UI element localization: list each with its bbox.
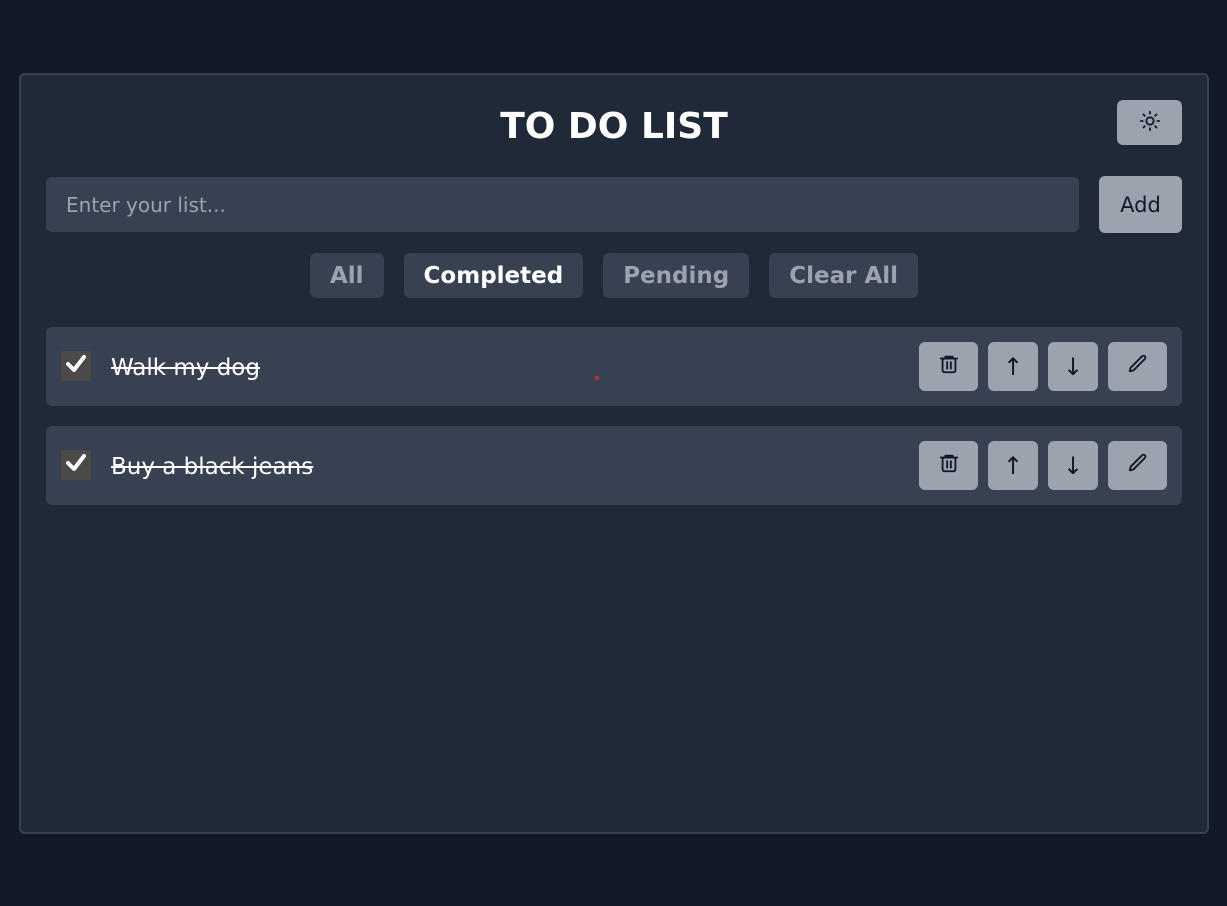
pencil-icon [1127,353,1149,381]
pencil-icon [1127,452,1149,480]
todo-item: Buy a black jeans ↑ ↓ [46,426,1182,505]
cursor-dot [595,376,599,380]
move-up-button[interactable]: ↑ [988,342,1038,391]
page-title: TO DO LIST [500,106,728,147]
list-input[interactable] [46,177,1079,232]
move-down-button[interactable]: ↓ [1048,441,1098,490]
theme-toggle-button[interactable] [1117,100,1182,145]
move-up-button[interactable]: ↑ [988,441,1038,490]
checkmark-icon [64,451,88,479]
todo-text: Buy a black jeans [111,454,314,480]
delete-button[interactable] [919,441,978,490]
move-down-button[interactable]: ↓ [1048,342,1098,391]
todo-panel: TO DO LIST Add All Completed Pending Cle… [19,73,1209,834]
clear-all-button[interactable]: Clear All [769,253,919,298]
delete-button[interactable] [919,342,978,391]
trash-icon [938,353,960,381]
todo-list: Walk my dog ↑ ↓ Buy a black jeans ↑ ↓ [46,327,1182,525]
input-row: Add [46,176,1182,233]
filter-all-button[interactable]: All [309,253,384,298]
trash-icon [938,452,960,480]
todo-actions: ↑ ↓ [919,342,1167,391]
todo-checkbox[interactable] [61,351,91,381]
filter-pending-button[interactable]: Pending [603,253,750,298]
checkmark-icon [64,352,88,380]
todo-checkbox[interactable] [61,450,91,480]
sun-icon [1139,110,1161,135]
todo-text: Walk my dog [111,355,260,381]
todo-item: Walk my dog ↑ ↓ [46,327,1182,406]
edit-button[interactable] [1108,342,1167,391]
filter-completed-button[interactable]: Completed [403,253,584,298]
add-button[interactable]: Add [1099,176,1182,233]
filter-bar: All Completed Pending Clear All [21,253,1207,298]
todo-actions: ↑ ↓ [919,441,1167,490]
edit-button[interactable] [1108,441,1167,490]
